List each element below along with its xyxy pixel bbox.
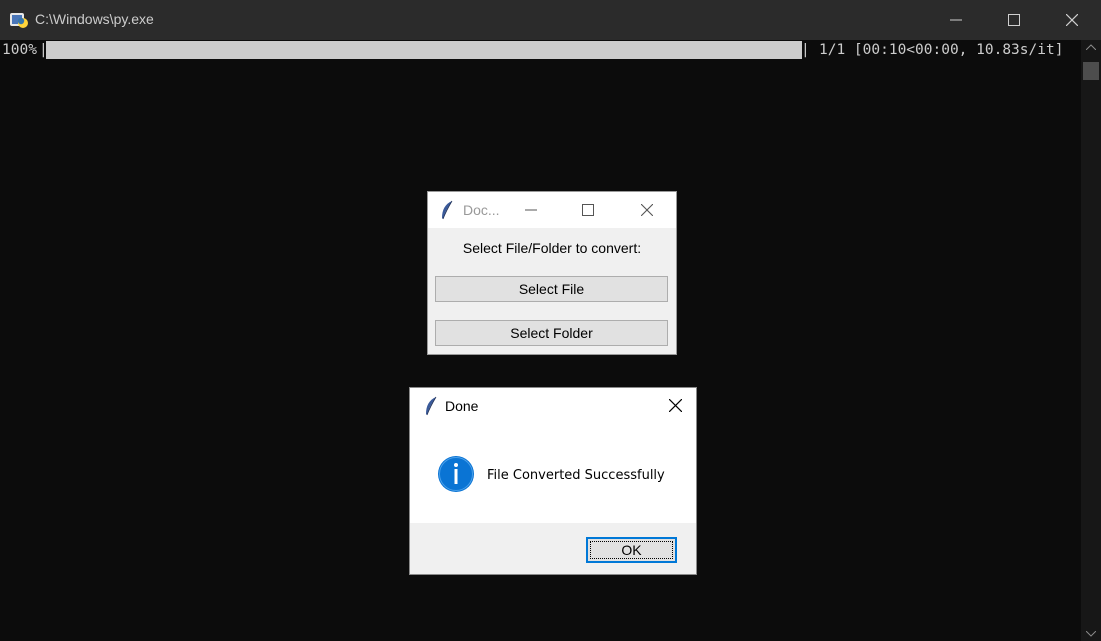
minimize-icon	[525, 209, 537, 211]
python-launcher-icon	[10, 13, 28, 28]
console-maximize-button[interactable]	[985, 0, 1043, 40]
progress-bar-right-edge: |	[801, 42, 810, 58]
converter-dialog-title: Doc...	[463, 202, 500, 218]
tk-feather-icon	[442, 200, 453, 220]
progress-stats: 1/1 [00:10<00:00, 10.83s/it]	[819, 42, 1064, 58]
converter-dialog: Doc... Select File/Folder to convert: Se…	[427, 191, 677, 355]
progress-bar-fill	[46, 41, 802, 59]
console-close-button[interactable]	[1043, 0, 1101, 40]
message-box-title: Done	[445, 398, 479, 414]
tk-feather-icon	[426, 396, 437, 416]
close-icon	[668, 398, 683, 413]
maximize-icon	[1008, 14, 1020, 26]
ok-button[interactable]: OK	[586, 537, 677, 563]
console-window-title: C:\Windows\py.exe	[35, 11, 154, 27]
converter-dialog-titlebar: Doc...	[428, 192, 676, 228]
scroll-thumb[interactable]	[1083, 62, 1099, 80]
select-file-button[interactable]: Select File	[435, 276, 668, 302]
console-scrollbar[interactable]	[1081, 40, 1101, 641]
scroll-up-arrow-icon[interactable]	[1086, 44, 1096, 50]
close-icon	[1066, 14, 1078, 26]
progress-percent: 100%	[2, 42, 37, 58]
minimize-icon	[950, 19, 962, 21]
maximize-icon	[582, 204, 594, 216]
message-box-footer: OK	[410, 523, 696, 574]
console-minimize-button[interactable]	[927, 0, 985, 40]
progress-line: 100% | | 1/1 [00:10<00:00, 10.83s/it]	[0, 40, 1081, 60]
message-text: File Converted Successfully	[487, 468, 665, 483]
console-titlebar: C:\Windows\py.exe	[0, 0, 1101, 40]
convert-prompt-label: Select File/Folder to convert:	[462, 240, 642, 256]
scroll-down-arrow-icon[interactable]	[1086, 631, 1096, 637]
message-box-close-button[interactable]	[668, 398, 683, 417]
select-folder-button[interactable]: Select Folder	[435, 320, 668, 346]
close-icon	[641, 204, 653, 216]
info-icon	[438, 456, 474, 492]
done-message-box: Done File Converted Successfully OK	[409, 387, 697, 575]
ok-button-label: OK	[621, 542, 642, 558]
